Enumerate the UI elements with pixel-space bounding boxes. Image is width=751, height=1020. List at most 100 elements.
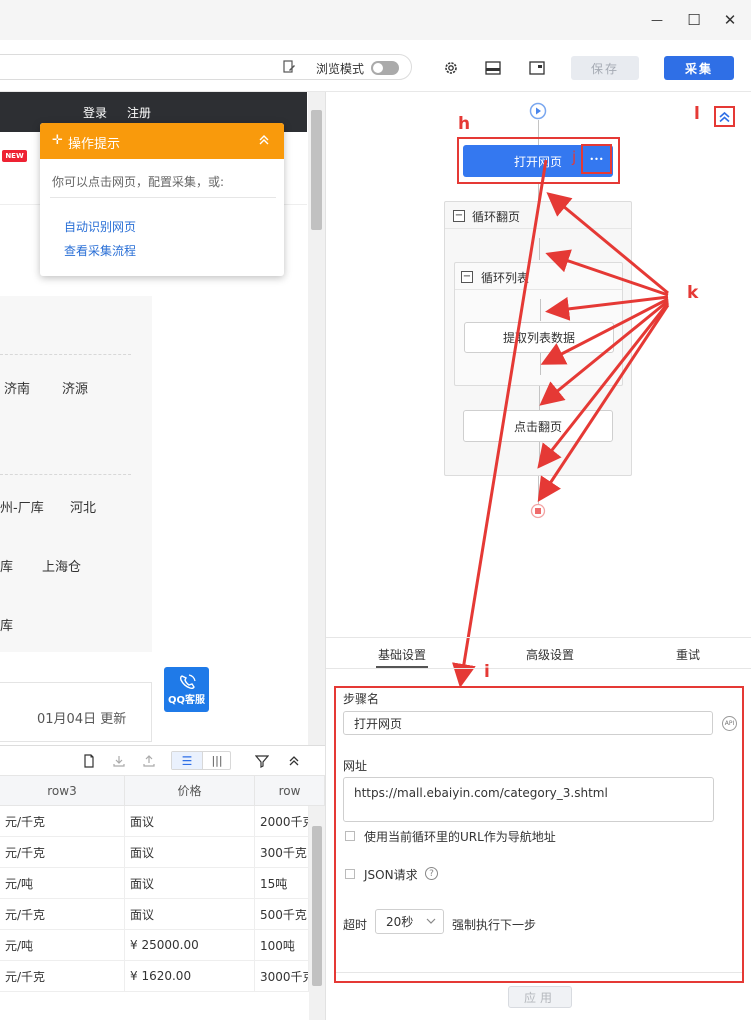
apply-button[interactable]: 应用 [508,986,572,1008]
city-link[interactable]: 济源 [62,378,88,397]
url-label: 网址 [343,759,368,773]
annotation-i: i [484,662,490,682]
window-icon[interactable] [529,61,545,75]
chevron-down-icon [426,918,436,924]
update-bar: 01月04日 更新 [0,682,152,742]
use-loop-url-label: 使用当前循环里的URL作为导航地址 [364,830,556,844]
webview-scrollbar[interactable] [308,92,325,745]
tips-body: 你可以点击网页，配置采集，或: [52,175,225,189]
data-toolbar: ☰ ||| [0,746,325,776]
table-cell: 元/千克 [0,961,125,992]
layout-icon[interactable] [485,61,501,75]
table-cell: 元/吨 [0,930,125,961]
filter-icon[interactable] [253,752,271,770]
help-icon[interactable]: ? [425,867,438,880]
close-icon: ✕ [723,11,737,29]
minimize-icon: — [651,13,663,27]
table-cell: 元/千克 [0,837,125,868]
data-table-body: 元/千克 面议 2000千克 元/千克 面议 300千克 元/吨 面议 15吨 … [0,806,309,992]
collect-button[interactable]: 采集 [664,56,734,80]
api-icon[interactable]: API [722,716,737,731]
table-row[interactable]: 元/千克 面议 2000千克 [0,806,309,837]
table-cell: 元/吨 [0,868,125,899]
table-cell: 面议 [125,806,255,837]
list-view-icon[interactable]: ☰ [172,752,202,769]
step-name-input[interactable]: 打开网页 [343,711,713,735]
column-header[interactable]: 价格 [125,776,255,806]
settings-tabs: 基础设置 高级设置 重试 [326,637,751,669]
edit-page-icon[interactable] [282,60,296,74]
browser-toolbar: 浏览模式 保存 采集 [0,40,751,92]
timeout-label: 超时 [343,918,368,932]
table-cell: 元/千克 [0,806,125,837]
close-button[interactable]: ✕ [720,10,740,30]
use-loop-url-checkbox[interactable] [345,831,355,841]
table-row[interactable]: 元/吨 面议 15吨 [0,868,309,899]
tips-title: 操作提示 [68,137,121,152]
browse-mode-label: 浏览模式 [316,62,365,76]
table-cell: ¥ 25000.00 [125,930,255,961]
json-request-label: JSON请求 [364,868,418,882]
table-row[interactable]: 元/千克 ¥ 1620.00 3000千克 [0,961,309,992]
json-request-checkbox[interactable] [345,869,355,879]
table-cell: 300千克 [255,837,309,868]
city-link[interactable]: 库 [0,615,13,634]
divider [0,474,131,475]
new-badge: NEW [2,150,27,162]
maximize-icon: ☐ [687,11,701,29]
divider [336,972,742,973]
table-cell: 15吨 [255,868,309,899]
import-icon[interactable] [110,752,128,770]
step-name-label: 步骤名 [343,692,380,706]
chevron-double-up-icon[interactable] [258,135,270,145]
active-tab-indicator [376,666,428,668]
timeout-select[interactable]: 20秒 [375,909,444,934]
table-cell: 100吨 [255,930,309,961]
export-icon[interactable] [140,752,158,770]
column-header[interactable]: row [255,776,325,806]
table-row[interactable]: 元/千克 面议 500千克 [0,899,309,930]
column-header[interactable]: row3 [0,776,125,806]
table-scrollbar[interactable] [309,806,325,1020]
url-input[interactable]: https://mall.ebaiyin.com/category_3.shtm… [343,777,714,822]
city-link[interactable]: 库 [0,556,13,575]
auto-detect-link[interactable]: 自动识别网页 [64,218,136,235]
phone-icon [179,674,196,690]
city-link[interactable]: 州-厂库 [0,497,44,516]
table-cell: 面议 [125,837,255,868]
table-cell: 3000千克 [255,961,309,992]
url-bar[interactable]: 浏览模式 [0,54,412,80]
login-link[interactable]: 登录 [83,104,107,121]
title-bar: — ☐ ✕ [0,0,751,40]
tab-advanced-settings[interactable]: 高级设置 [526,646,574,663]
city-link[interactable]: 济南 [4,378,30,397]
table-cell: 500千克 [255,899,309,930]
save-button[interactable]: 保存 [571,56,639,80]
new-file-icon[interactable] [80,752,98,770]
tab-basic-settings[interactable]: 基础设置 [378,646,426,663]
qq-service-label: QQ客服 [167,695,205,706]
qq-service-button[interactable]: QQ客服 [164,667,209,712]
register-link[interactable]: 注册 [127,104,151,121]
minimize-button[interactable]: — [647,10,667,30]
city-link[interactable]: 河北 [70,497,96,516]
scrollbar-thumb[interactable] [312,826,322,986]
view-switch: ☰ ||| [171,751,231,770]
city-link[interactable]: 上海仓 [42,556,81,575]
table-row[interactable]: 元/吨 ¥ 25000.00 100吨 [0,930,309,961]
tips-popup: ✛ 操作提示 你可以点击网页，配置采集，或: 自动识别网页 查看采集流程 [40,123,284,276]
browse-mode-toggle[interactable] [371,61,399,75]
table-row[interactable]: 元/千克 面议 300千克 [0,837,309,868]
column-view-icon[interactable]: ||| [202,752,231,769]
scrollbar-thumb[interactable] [311,110,322,230]
timeout-value: 20秒 [386,915,414,929]
view-flow-link[interactable]: 查看采集流程 [64,242,136,259]
region-filter-block: 济南 济源 州-厂库 河北 库 上海仓 库 [0,296,152,652]
chevron-double-up-icon[interactable] [285,752,303,770]
maximize-button[interactable]: ☐ [684,10,704,30]
table-cell: ¥ 1620.00 [125,961,255,992]
gear-icon[interactable] [443,60,459,76]
tab-retry[interactable]: 重试 [676,646,700,663]
tips-header: ✛ 操作提示 [40,123,284,159]
plus-icon: ✛ [52,133,63,148]
